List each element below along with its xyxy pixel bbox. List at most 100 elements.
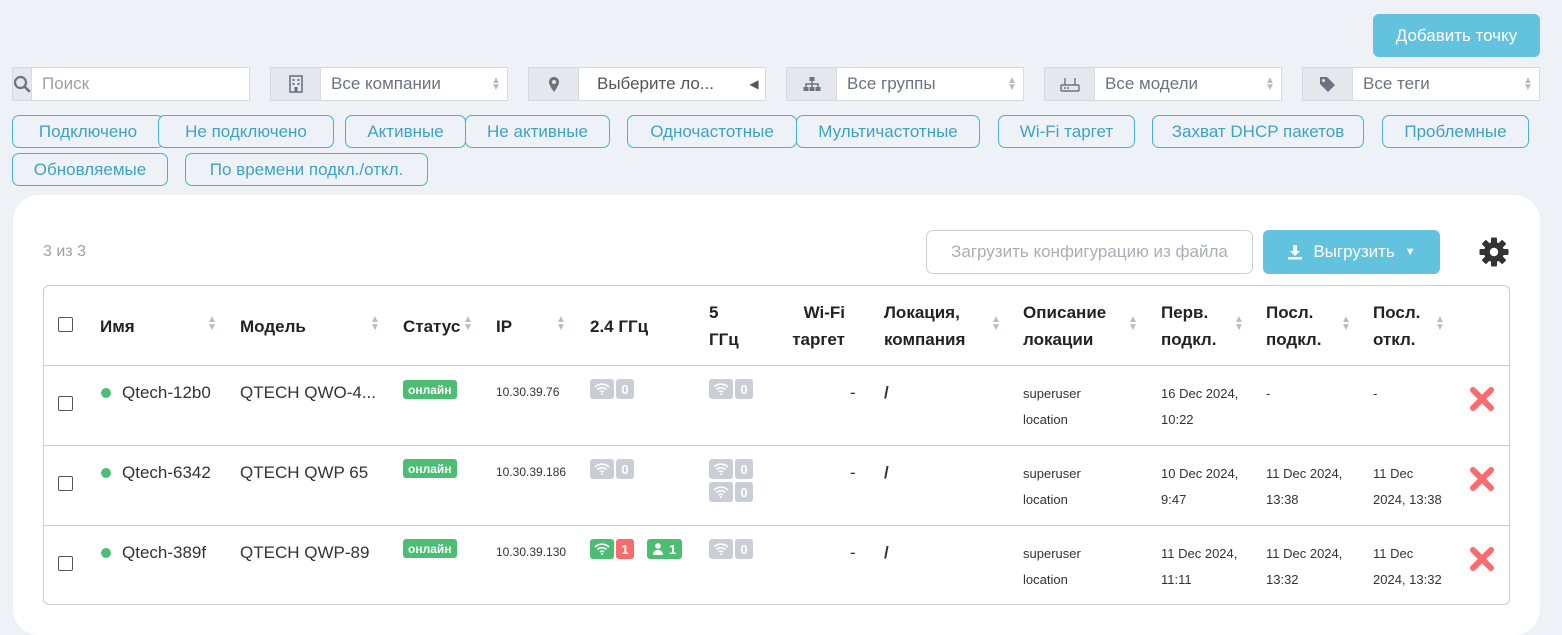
chip-inactive[interactable]: Не активные [465, 115, 610, 148]
ap-name[interactable]: Qtech-12b0 [122, 383, 211, 403]
wifi-icon [709, 379, 733, 399]
band-5-clients: 0 [709, 539, 753, 559]
sort-icon[interactable]: ▲ ▼ [370, 315, 380, 333]
search-input[interactable] [32, 68, 265, 100]
caret-left-icon: ◀ [749, 76, 759, 91]
wifi-target-value: - [850, 383, 856, 402]
sort-icon[interactable]: ▲ ▼ [463, 315, 473, 333]
wifi-icon [590, 379, 614, 399]
ap-name[interactable]: Qtech-389f [122, 543, 206, 563]
divider [44, 365, 1509, 366]
col-first-connected[interactable]: Перв. подкл. [1161, 286, 1216, 366]
chip-wifi-target[interactable]: Wi-Fi таргет [998, 115, 1135, 148]
status-badge: онлайн [403, 380, 457, 399]
ap-name[interactable]: Qtech-6342 [122, 463, 211, 483]
first-connected-value: 16 Dec 2024, 10:22 [1161, 386, 1239, 427]
status-badge: онлайн [403, 539, 457, 558]
col-status[interactable]: Статус [403, 286, 460, 366]
export-button[interactable]: Выгрузить ▼ [1263, 230, 1440, 274]
sort-icon[interactable]: ▲ ▼ [1234, 315, 1244, 333]
ap-model: QTECH QWP 65 [240, 463, 369, 482]
model-select[interactable]: Все модели ▲ ▼ [1044, 67, 1282, 101]
col-ip[interactable]: IP [496, 286, 512, 366]
col-name[interactable]: Имя [100, 286, 135, 366]
status-dot [101, 468, 111, 478]
band-5-clients-second: 0 [709, 482, 753, 502]
map-marker-icon [529, 68, 579, 100]
location-company-value: / [884, 543, 889, 562]
sort-icon[interactable]: ▲ ▼ [991, 315, 1001, 333]
status-dot [101, 388, 111, 398]
tag-select[interactable]: Все теги ▲ ▼ [1302, 67, 1540, 101]
first-connected-value: 11 Dec 2024, 11:11 [1161, 546, 1238, 587]
company-select-value: Все компании [331, 74, 441, 93]
delete-icon[interactable] [1469, 386, 1495, 412]
gear-icon[interactable] [1478, 236, 1510, 268]
chip-multi-band[interactable]: Мультичастотные [796, 115, 980, 148]
col-last-disconnected[interactable]: Посл. откл. [1373, 286, 1420, 366]
col-last-connected[interactable]: Посл. подкл. [1266, 286, 1321, 366]
col-location-company[interactable]: Локация, компания [884, 286, 965, 366]
row-checkbox[interactable] [58, 556, 73, 571]
band-24-clients: 0 [590, 459, 634, 479]
wifi-icon [590, 459, 614, 479]
caret-down-icon: ▼ [1404, 246, 1416, 258]
row-checkbox[interactable] [58, 476, 73, 491]
chip-dhcp-capture[interactable]: Захват DHCP пакетов [1152, 115, 1364, 148]
sort-arrows-icon: ▲ ▼ [1523, 75, 1533, 93]
last-disconnected-value: 11 Dec 2024, 13:32 [1373, 546, 1442, 587]
upload-config-button[interactable]: Загрузить конфигурацию из файла [926, 230, 1253, 274]
client-count: 0 [735, 539, 753, 559]
chip-active[interactable]: Активные [345, 115, 466, 148]
row-checkbox[interactable] [58, 396, 73, 411]
location-description: superuser location [1023, 546, 1081, 587]
chip-updating[interactable]: Обновляемые [12, 153, 168, 186]
building-icon [271, 68, 321, 100]
band-5-clients: 0 [709, 379, 753, 399]
wifi-icon [709, 482, 733, 502]
sort-icon[interactable]: ▲ ▼ [1435, 315, 1445, 333]
ap-ip: 10.30.39.186 [496, 465, 567, 479]
last-connected-value: 11 Dec 2024, 13:32 [1266, 546, 1343, 587]
wifi-target-value: - [850, 543, 856, 562]
access-points-table: Имя ▲ ▼ Модель ▲ ▼ Статус ▲ ▼ IP ▲ ▼ 2.4 ГГц… [43, 285, 1510, 605]
location-select[interactable]: Выберите ло... ◀ [528, 67, 766, 101]
chip-problematic[interactable]: Проблемные [1382, 115, 1529, 148]
add-point-button[interactable]: Добавить точку [1373, 14, 1540, 57]
sort-icon[interactable]: ▲ ▼ [1341, 315, 1351, 333]
col-model[interactable]: Модель [240, 286, 306, 366]
wifi-icon [709, 539, 733, 559]
client-count: 0 [735, 482, 753, 502]
location-description: superuser location [1023, 386, 1081, 427]
delete-icon[interactable] [1469, 466, 1495, 492]
company-select[interactable]: Все компании ▲ ▼ [270, 67, 508, 101]
sort-icon[interactable]: ▲ ▼ [556, 315, 566, 333]
router-icon [1045, 68, 1095, 100]
last-disconnected-value: 11 Dec 2024, 13:38 [1373, 466, 1442, 507]
chip-connected[interactable]: Подключено [12, 115, 164, 148]
chip-disconnected[interactable]: Не подключено [158, 115, 334, 148]
chip-single-band[interactable]: Одночастотные [627, 115, 797, 148]
group-select[interactable]: Все группы ▲ ▼ [786, 67, 1024, 101]
model-select-value: Все модели [1105, 74, 1199, 93]
col-location-description[interactable]: Описание локации [1023, 286, 1106, 366]
results-count: 3 из 3 [43, 243, 86, 260]
sort-arrows-icon: ▲ ▼ [1265, 75, 1275, 93]
select-all-checkbox[interactable] [58, 317, 73, 332]
client-count: 0 [735, 459, 753, 479]
search-filter[interactable] [12, 67, 265, 101]
col-wifi-target: Wi-Fi таргет [792, 303, 845, 349]
user-count: 1 [647, 539, 683, 559]
status-badge: онлайн [403, 459, 457, 478]
chip-by-connect-time[interactable]: По времени подкл./откл. [185, 153, 428, 186]
location-description: superuser location [1023, 466, 1081, 507]
delete-icon[interactable] [1469, 546, 1495, 572]
wifi-icon [709, 459, 733, 479]
ap-model: QTECH QWO-4... [240, 383, 376, 402]
sort-icon[interactable]: ▲ ▼ [1128, 315, 1138, 333]
location-select-value: Выберите ло... [597, 74, 715, 93]
sort-arrows-icon: ▲ ▼ [1007, 75, 1017, 93]
sort-icon[interactable]: ▲ ▼ [207, 315, 217, 333]
client-count: 1 [616, 539, 634, 559]
download-icon [1288, 245, 1303, 260]
